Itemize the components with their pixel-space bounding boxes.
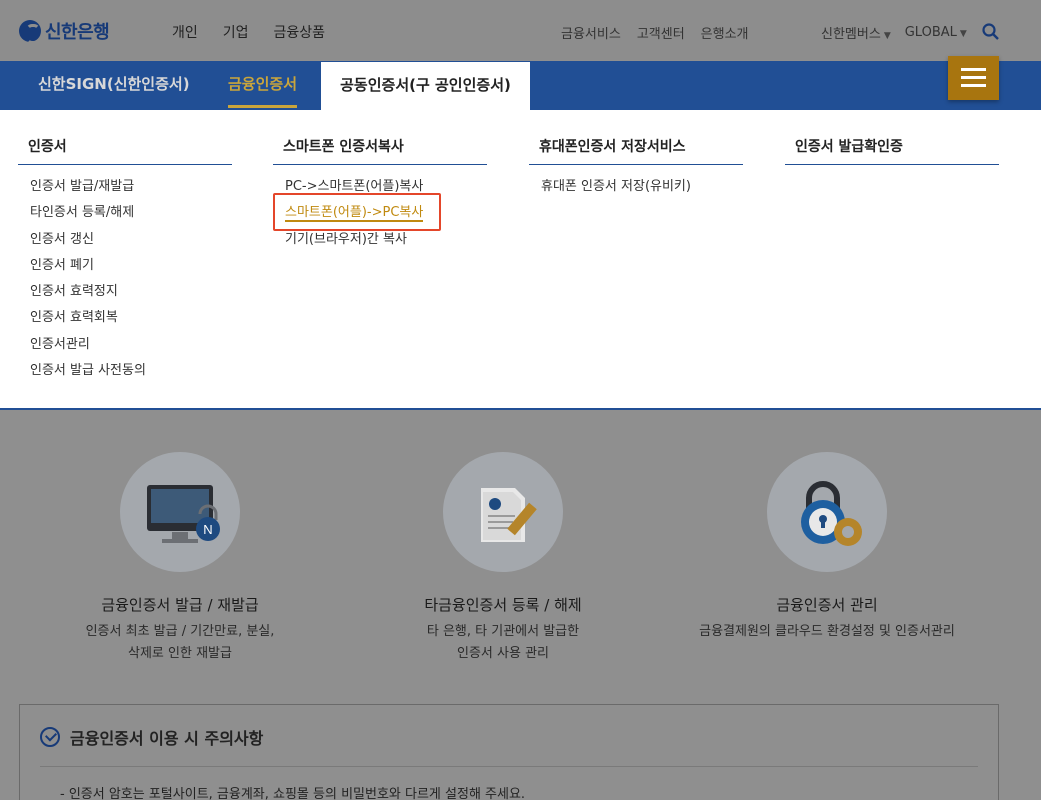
menu-column-mobile-storage: 휴대폰인증서 저장서비스 휴대폰 인증서 저장(유비키) xyxy=(529,136,743,201)
menu-item-ubikey[interactable]: 휴대폰 인증서 저장(유비키) xyxy=(541,175,743,201)
menu-item-revoke[interactable]: 인증서 폐기 xyxy=(30,254,232,280)
feature-register[interactable]: 타금융인증서 등록 / 해제 타 은행, 타 기관에서 발급한인증서 사용 관리 xyxy=(373,452,633,665)
utility-nav: 금융서비스 고객센터 은행소개 xyxy=(561,23,749,42)
notice-box: 금융인증서 이용 시 주의사항 - 인증서 암호는 포털사이트, 금융계좌, 쇼… xyxy=(19,704,999,800)
lock-gear-icon xyxy=(767,452,887,572)
global-dropdown[interactable]: GLOBAL ▼ xyxy=(905,25,967,40)
tab-shinhan-sign[interactable]: 신한SIGN(신한인증서) xyxy=(38,61,190,110)
global-nav: 개인 기업 금융상품 xyxy=(172,22,325,42)
nav-business[interactable]: 기업 xyxy=(223,22,249,42)
menu-item-renew[interactable]: 인증서 갱신 xyxy=(30,228,232,254)
menu-item-device-copy[interactable]: 기기(브라우저)간 복사 xyxy=(285,228,487,254)
util-financial-service[interactable]: 금융서비스 xyxy=(561,23,621,42)
notice-divider xyxy=(40,766,978,767)
hamburger-menu-button[interactable] xyxy=(948,56,999,100)
nav-products[interactable]: 금융상품 xyxy=(274,22,326,42)
mega-menu-panel: 인증서 인증서 발급/재발급 타인증서 등록/해제 인증서 갱신 인증서 폐기 … xyxy=(0,110,1041,410)
menu-item-restore[interactable]: 인증서 효력회복 xyxy=(30,306,232,332)
utility-nav-2: 신한멤버스 ▼ GLOBAL ▼ xyxy=(821,23,967,42)
feature-title: 금융인증서 관리 xyxy=(776,596,878,614)
menu-icon-bar xyxy=(961,84,986,87)
util-about-bank[interactable]: 은행소개 xyxy=(701,23,749,42)
menu-icon-bar xyxy=(961,76,986,79)
tab-joint-cert[interactable]: 공동인증서(구 공인인증서) xyxy=(321,62,530,110)
svg-text:N: N xyxy=(203,522,212,537)
nav-personal[interactable]: 개인 xyxy=(172,22,198,42)
menu-column-title[interactable]: 인증서 xyxy=(18,136,232,165)
chevron-down-icon: ▼ xyxy=(883,31,891,41)
shinhan-logo[interactable]: 신한은행 xyxy=(19,18,110,44)
menu-item-manage[interactable]: 인증서관리 xyxy=(30,333,232,359)
menu-item-issue[interactable]: 인증서 발급/재발급 xyxy=(30,175,232,201)
feature-title: 금융인증서 발급 / 재발급 xyxy=(101,596,259,614)
feature-desc: 타 은행, 타 기관에서 발급한 xyxy=(426,624,580,639)
monitor-cert-icon: N xyxy=(120,452,240,572)
menu-column-title[interactable]: 스마트폰 인증서복사 xyxy=(273,136,487,165)
feature-title: 타금융인증서 등록 / 해제 xyxy=(424,596,582,614)
menu-item-suspend[interactable]: 인증서 효력정지 xyxy=(30,280,232,306)
tab-financial-cert[interactable]: 금융인증서 xyxy=(228,61,298,110)
menu-item-register[interactable]: 타인증서 등록/해제 xyxy=(30,201,232,227)
check-circle-icon xyxy=(40,727,60,747)
cert-tab-bar: 신한SIGN(신한인증서) 금융인증서 공동인증서(구 공인인증서) xyxy=(0,61,1041,110)
notice-text: - 인증서 암호는 포털사이트, 금융계좌, 쇼핑몰 등의 비밀번호와 다르게 … xyxy=(60,787,526,800)
util-customer-center[interactable]: 고객센터 xyxy=(637,23,685,42)
notice-title: 금융인증서 이용 시 주의사항 xyxy=(70,729,264,748)
brand-name: 신한은행 xyxy=(45,22,110,43)
menu-column-title[interactable]: 인증서 발급확인증 xyxy=(785,136,999,165)
search-icon[interactable] xyxy=(982,23,999,40)
feature-desc: 금융결제원의 클라우드 환경설정 및 인증서관리 xyxy=(699,624,955,639)
chevron-down-icon: ▼ xyxy=(959,29,967,39)
members-dropdown[interactable]: 신한멤버스 ▼ xyxy=(821,23,891,42)
feature-issue[interactable]: N 금융인증서 발급 / 재발급 인증서 최초 발급 / 기간만료, 분실, 삭제… xyxy=(50,452,310,665)
feature-desc: 인증서 사용 관리 xyxy=(457,646,549,661)
highlight-box xyxy=(273,193,441,231)
menu-column-cert: 인증서 인증서 발급/재발급 타인증서 등록/해제 인증서 갱신 인증서 폐기 … xyxy=(18,136,232,385)
global-label: GLOBAL xyxy=(904,25,957,40)
top-bar: 신한은행 개인 기업 금융상품 금융서비스 고객센터 은행소개 신한멤버스 ▼ G… xyxy=(0,0,1041,60)
feature-desc: 인증서 최초 발급 / 기간만료, 분실, xyxy=(85,624,275,639)
menu-column-title[interactable]: 휴대폰인증서 저장서비스 xyxy=(529,136,743,165)
document-pen-icon xyxy=(443,452,563,572)
shinhan-logo-icon xyxy=(19,20,41,44)
feature-manage[interactable]: 금융인증서 관리 금융결제원의 클라우드 환경설정 및 인증서관리 xyxy=(697,452,957,643)
members-label: 신한멤버스 xyxy=(821,27,881,42)
feature-desc: 삭제로 인한 재발급 xyxy=(128,646,232,661)
menu-icon-bar xyxy=(961,68,986,71)
menu-column-issue-confirm: 인증서 발급확인증 xyxy=(785,136,999,165)
menu-item-preconsent[interactable]: 인증서 발급 사전동의 xyxy=(30,359,232,385)
